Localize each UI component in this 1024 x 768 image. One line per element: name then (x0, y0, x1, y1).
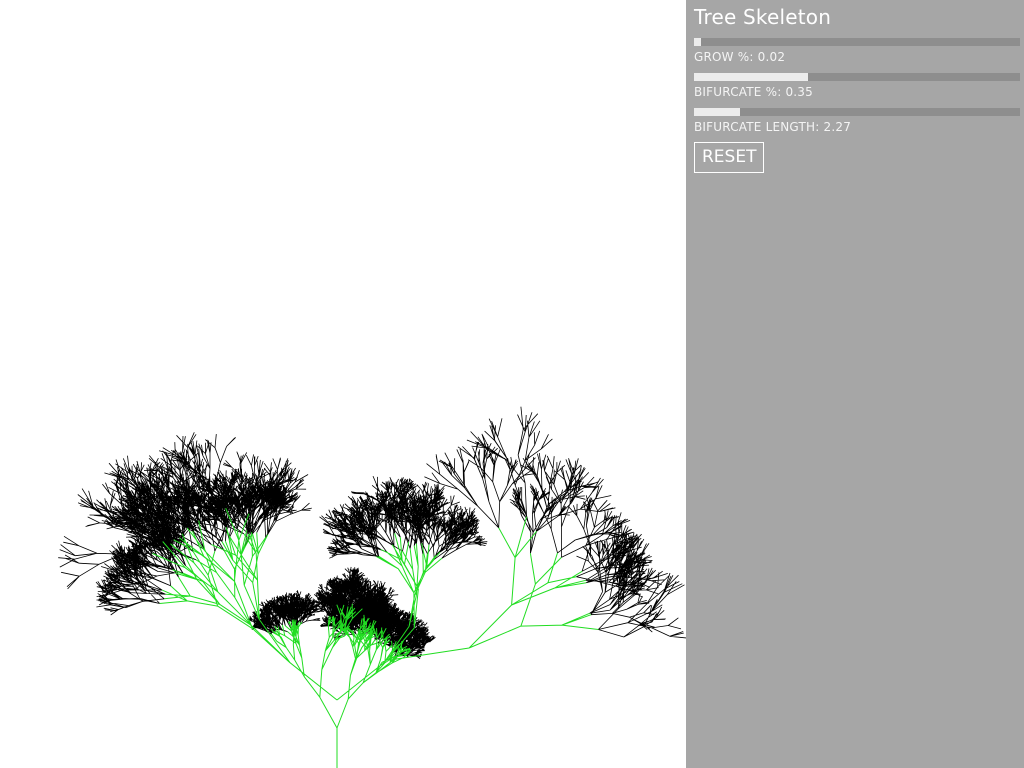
control-panel: Tree Skeleton GROW %: 0.02 BIFURCATE %: … (686, 0, 1024, 768)
bifurcate-length-slider-fill (694, 108, 740, 116)
bifurcate-length-slider-name: BIFURCATE LENGTH (694, 120, 816, 134)
grow-slider-value: 0.02 (757, 50, 786, 64)
bifurcate-slider-name: BIFURCATE % (694, 85, 778, 99)
bifurcate-slider-label: BIFURCATE %: 0.35 (694, 85, 813, 99)
bifurcate-slider-fill (694, 73, 809, 81)
bifurcate-length-slider-value: 2.27 (823, 120, 852, 134)
tree-twigs (58, 406, 686, 660)
bifurcate-slider-value: 0.35 (785, 85, 813, 99)
grow-slider-label: GROW %: 0.02 (694, 50, 786, 64)
grow-slider[interactable] (694, 38, 1020, 46)
tree-canvas-area[interactable] (0, 0, 686, 768)
grow-slider-name: GROW % (694, 50, 750, 64)
app-root: Tree Skeleton GROW %: 0.02 BIFURCATE %: … (0, 0, 1024, 768)
slider-bifurcate-length: BIFURCATE LENGTH: 2.27 (694, 108, 1020, 133)
tree-canvas[interactable] (0, 0, 686, 768)
grow-slider-fill (694, 38, 701, 46)
bifurcate-length-slider-label: BIFURCATE LENGTH: 2.27 (694, 120, 852, 134)
slider-bifurcate: BIFURCATE %: 0.35 (694, 73, 1020, 98)
reset-button[interactable]: RESET (694, 142, 765, 173)
panel-title: Tree Skeleton (694, 5, 832, 29)
slider-grow: GROW %: 0.02 (694, 38, 1020, 63)
bifurcate-length-slider[interactable] (694, 108, 1020, 116)
bifurcate-slider[interactable] (694, 73, 1020, 81)
